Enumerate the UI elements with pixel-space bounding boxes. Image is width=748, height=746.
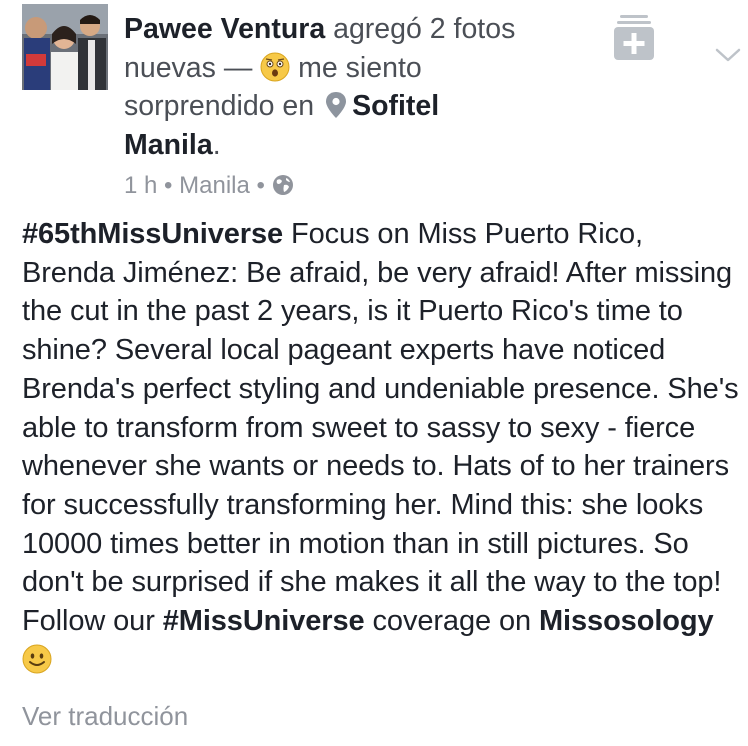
post-body: Focus on Miss Puerto Rico, Brenda Jiméne…	[22, 218, 739, 638]
header-period: .	[212, 128, 221, 161]
post-body-2: coverage on	[364, 605, 539, 638]
page-mention[interactable]: Missosology	[539, 605, 714, 637]
globe-icon[interactable]	[272, 174, 294, 196]
see-translation-link[interactable]: Ver traducción	[22, 700, 188, 732]
post-meta: 1 h • Manila •	[124, 171, 294, 201]
map-pin-icon	[326, 92, 347, 118]
place-name-2[interactable]: Manila	[124, 129, 213, 161]
smiley-icon	[22, 644, 52, 674]
hashtag-link-2[interactable]: #MissUniverse	[163, 605, 365, 637]
timestamp[interactable]: 1 h	[124, 172, 157, 199]
place-name[interactable]: Sofitel	[352, 90, 439, 122]
action-text: agregó 2 fotos	[333, 13, 516, 45]
meta-separator: •	[164, 172, 173, 199]
feeling-text-2: sorprendido en	[124, 90, 315, 122]
chevron-down-icon[interactable]	[714, 44, 742, 66]
hashtag-link[interactable]: #65thMissUniverse	[22, 218, 283, 250]
author-name[interactable]: Pawee Ventura	[124, 13, 325, 45]
add-to-collection-icon[interactable]	[614, 14, 654, 60]
author-avatar[interactable]	[22, 4, 108, 90]
meta-location[interactable]: Manila	[179, 172, 250, 199]
action-text-2: nuevas —	[124, 51, 253, 84]
post-header: Pawee Ventura agregó 2 fotos nuevas — me…	[124, 10, 564, 164]
meta-separator: •	[256, 172, 265, 199]
feeling-text: me siento	[298, 51, 422, 84]
surprised-face-icon	[260, 52, 290, 81]
post-text: #65thMissUniverse Focus on Miss Puerto R…	[22, 215, 742, 679]
